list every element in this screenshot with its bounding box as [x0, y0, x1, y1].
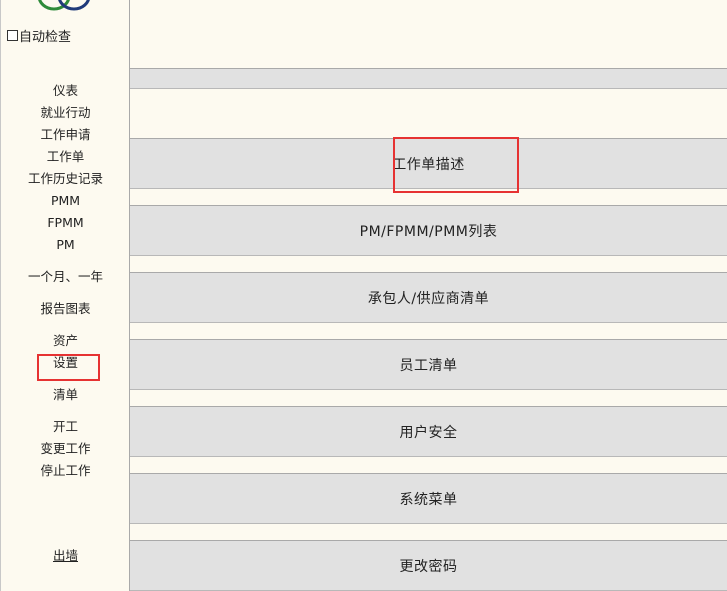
logo	[38, 0, 90, 11]
menu-label: 系统菜单	[399, 491, 458, 508]
nav-change-work[interactable]: 变更工作	[1, 441, 130, 457]
menu-work-order-description[interactable]: 工作单描述	[130, 138, 727, 189]
nav-month-year[interactable]: 一个月、一年	[1, 269, 130, 285]
auto-check-label: 自动检查	[19, 30, 72, 45]
nav-assets[interactable]: 资产	[1, 333, 130, 349]
menu-user-security[interactable]: 用户安全	[130, 406, 727, 457]
nav-start-work[interactable]: 开工	[1, 419, 130, 435]
nav-work-request[interactable]: 工作申请	[1, 127, 130, 143]
nav-dashboard[interactable]: 仪表	[1, 83, 130, 99]
nav-pm[interactable]: PM	[1, 237, 130, 253]
menu-label: 工作单描述	[392, 156, 465, 173]
nav-employment-action[interactable]: 就业行动	[1, 105, 130, 121]
menu-label: PM/FPMM/PMM列表	[359, 223, 498, 240]
menu-label: 员工清单	[399, 357, 458, 374]
menu-label: 承包人/供应商清单	[367, 290, 490, 307]
nav-work-order[interactable]: 工作单	[1, 149, 130, 165]
auto-check-option[interactable]: 自动检查	[7, 26, 71, 45]
app-window: 自动检查 仪表 就业行动 工作申请 工作单 工作历史记录 PMM FPMM PM…	[0, 0, 727, 591]
menu-employee-list[interactable]: 员工清单	[130, 339, 727, 390]
menu-label: 更改密码	[399, 558, 458, 575]
sidebar: 自动检查 仪表 就业行动 工作申请 工作单 工作历史记录 PMM FPMM PM…	[0, 0, 130, 591]
nav-pmm[interactable]: PMM	[1, 193, 130, 209]
menu-pm-list[interactable]: PM/FPMM/PMM列表	[130, 205, 727, 256]
nav-fpmm[interactable]: FPMM	[1, 215, 130, 231]
logout-link[interactable]: 出墙	[1, 548, 130, 564]
auto-check-checkbox[interactable]	[7, 30, 18, 41]
nav-stop-work[interactable]: 停止工作	[1, 463, 130, 479]
menu-contractor-list[interactable]: 承包人/供应商清单	[130, 272, 727, 323]
nav-report-charts[interactable]: 报告图表	[1, 301, 130, 317]
nav-list[interactable]: 清单	[1, 387, 130, 403]
nav-settings[interactable]: 设置	[1, 355, 130, 371]
menu-change-password[interactable]: 更改密码	[130, 540, 727, 591]
top-strip	[130, 68, 727, 89]
menu-system-menu[interactable]: 系统菜单	[130, 473, 727, 524]
nav-work-history[interactable]: 工作历史记录	[1, 171, 130, 187]
main-panel: 工作单描述 PM/FPMM/PMM列表 承包人/供应商清单 员工清单 用户安全 …	[130, 0, 727, 591]
menu-label: 用户安全	[399, 424, 458, 441]
